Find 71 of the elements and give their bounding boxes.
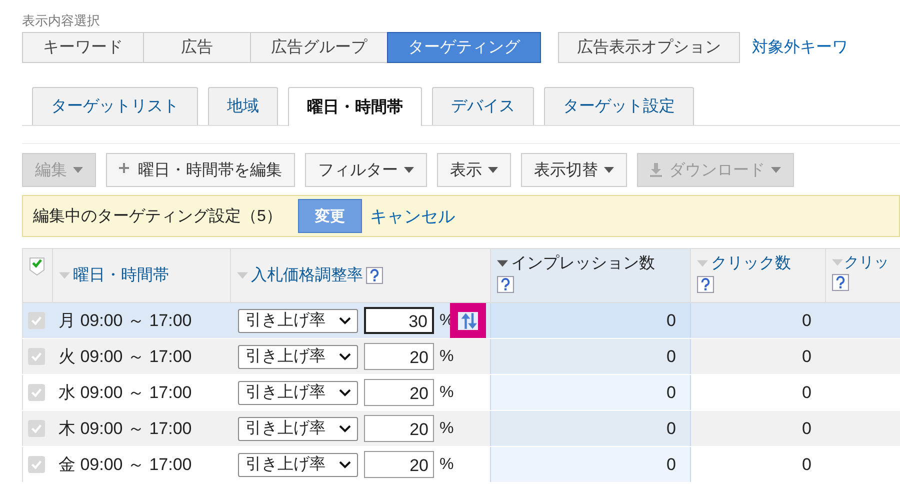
toolbar-button[interactable]: 表示切替	[521, 153, 627, 187]
chevron-icon	[338, 388, 350, 396]
toolbar-button[interactable]: 曜日・時間帯を編集	[106, 153, 295, 187]
adjust-dropdown[interactable]: 引き上げ率	[238, 452, 358, 476]
rate-field[interactable]: 20	[364, 451, 434, 478]
table-cell: 木 09:00 ～ 17:00	[52, 410, 230, 446]
swap-button[interactable]	[450, 303, 486, 338]
chevron-icon	[338, 460, 350, 468]
sort-icon	[697, 260, 708, 267]
sub-tab[interactable]: デバイス	[432, 87, 534, 125]
table-cell: 0	[490, 374, 690, 410]
table-cell: 0	[490, 446, 690, 482]
rate-field[interactable]: 20	[364, 379, 434, 406]
table-cell: 0	[490, 338, 690, 374]
caret-icon	[404, 167, 414, 173]
view-tab[interactable]: 広告表示オプション	[558, 32, 740, 63]
sort-icon	[237, 272, 248, 279]
unit-label: %	[440, 384, 454, 400]
caret-icon	[771, 167, 781, 173]
cancel-link[interactable]: キャンセル	[370, 204, 455, 228]
header-cell[interactable]: クリック数	[690, 248, 826, 302]
table-cell: 火 09:00 ～ 17:00	[52, 338, 230, 374]
table-cell: 0	[690, 410, 826, 446]
header-cell[interactable]: 入札価格調整率	[230, 248, 490, 302]
column-label: クリッ	[844, 253, 889, 272]
sub-tab[interactable]: 曜日・時間帯	[288, 87, 422, 126]
caret-icon	[73, 167, 83, 173]
sort-icon	[59, 272, 70, 279]
sub-tab[interactable]: ターゲット設定	[544, 87, 694, 125]
view-tab[interactable]: ターゲティング	[387, 32, 541, 63]
column-label: 曜日・時間帯	[73, 266, 169, 286]
unit-label: %	[440, 420, 454, 436]
chevron-icon	[338, 316, 350, 324]
sort-icon	[832, 259, 843, 266]
toolbar-button[interactable]: 表示	[437, 153, 511, 187]
rate-field[interactable]: 20	[364, 415, 434, 442]
view-tab[interactable]: 広告グループ	[250, 32, 388, 63]
column-label: クリック数	[711, 254, 791, 274]
edit-message: 編集中のターゲティング設定（5）	[33, 206, 282, 226]
chevron-icon	[338, 352, 350, 360]
adjust-dropdown[interactable]: 引き上げ率	[238, 416, 358, 440]
download-icon	[650, 163, 663, 177]
table-cell: 0	[490, 410, 690, 446]
view-tab[interactable]: キーワード	[22, 32, 144, 63]
column-label: 入札価格調整率	[251, 266, 363, 286]
adjust-dropdown[interactable]: 引き上げ率	[238, 308, 358, 332]
header-cell[interactable]: インプレッション数	[490, 248, 690, 302]
sort-icon	[497, 260, 508, 267]
adjust-dropdown[interactable]: 引き上げ率	[238, 344, 358, 368]
toolbar-button[interactable]: フィルター	[305, 153, 427, 187]
column-label: インプレッション数	[511, 254, 655, 274]
caret-icon	[488, 167, 498, 173]
caret-icon	[604, 167, 614, 173]
table-cell: 月 09:00 ～ 17:00	[52, 302, 230, 338]
view-link[interactable]: 対象外キーワ	[752, 37, 848, 58]
header-cell[interactable]: クリッ	[826, 248, 900, 302]
rate-field[interactable]: 30	[364, 307, 434, 334]
view-tab[interactable]: 広告	[143, 32, 251, 63]
table-cell: 0	[490, 302, 690, 338]
table-cell: 0	[690, 302, 826, 338]
unit-label: %	[440, 456, 454, 472]
unit-label: %	[440, 348, 454, 364]
chevron-icon	[338, 424, 350, 432]
adjust-dropdown[interactable]: 引き上げ率	[238, 380, 358, 404]
section-label: 表示内容選択	[22, 12, 101, 30]
sub-tab[interactable]: ターゲットリスト	[32, 87, 198, 125]
header-cell[interactable]: 曜日・時間帯	[52, 248, 230, 302]
sub-tab[interactable]: 地域	[208, 87, 278, 125]
up-down-arrows-icon	[458, 312, 478, 330]
rate-field[interactable]: 20	[364, 343, 434, 370]
table-cell: 0	[690, 338, 826, 374]
